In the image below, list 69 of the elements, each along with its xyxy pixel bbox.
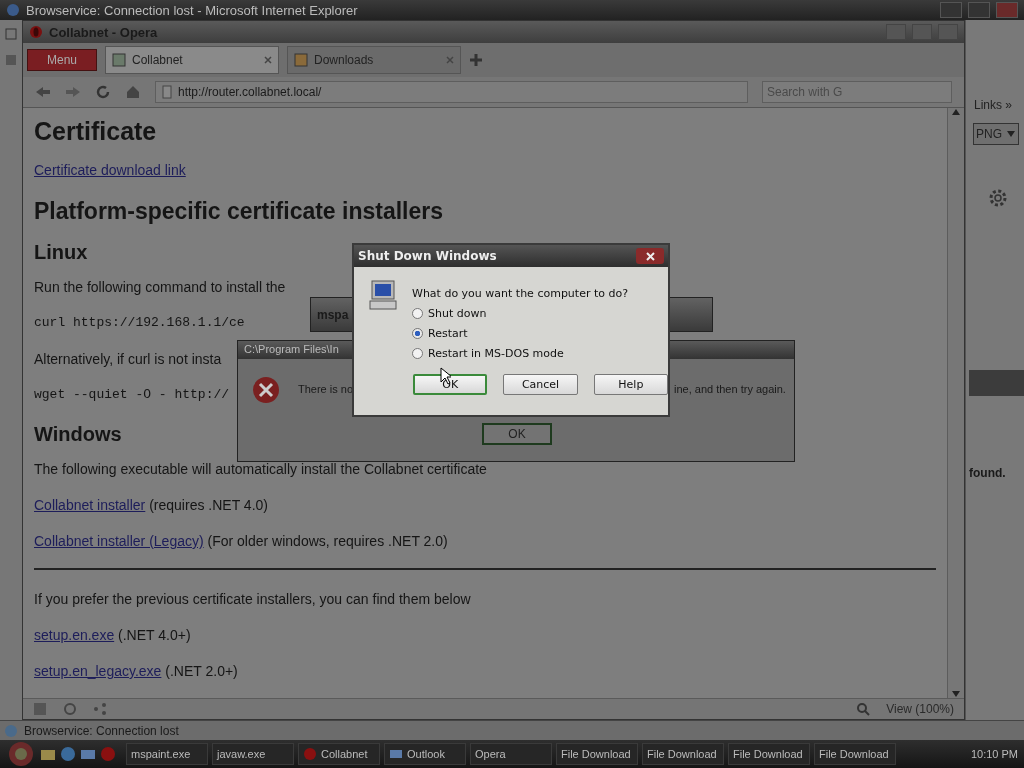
maximize-button[interactable] [912,24,932,40]
status-text: Browservice: Connection lost [24,723,179,738]
taskbar-button[interactable]: Outlook [384,743,466,765]
download-link[interactable]: setup.en.exe [34,627,115,643]
download-link[interactable]: setup.en_legacy.exe [34,663,162,679]
menu-button[interactable]: Menu [27,49,97,71]
minimize-button[interactable] [940,2,962,18]
requirement-note: (.NET 4.0+) [118,627,191,643]
requirement-note: (.NET 2.0+) [165,663,238,679]
dialog-button[interactable]: Help [593,374,668,395]
dialog-title: Shut Down Windows [358,249,497,263]
taskbar-button[interactable]: File Download [814,743,896,765]
reload-icon[interactable] [95,84,111,100]
taskbar-button[interactable]: mspaint.exe [126,743,208,765]
page-heading: Certificate [34,116,157,146]
paragraph: If you prefer the previous certificate installers, you can find them below [34,590,471,608]
window-title: Browservice: Connection lost - Microsoft Internet Explorer [26,2,358,18]
dropdown-arrow-icon [1006,130,1016,138]
paragraph: The following executable will automatically install the Collabnet certificate [34,460,487,478]
download-link[interactable]: Certificate download link [34,162,186,178]
taskbar-button[interactable]: File Download [556,743,638,765]
close-icon [645,251,655,261]
subsection-heading: Windows [34,422,122,446]
paragraph: Alternatively, if curl is not insta [34,350,222,368]
error-message: ine, and then try again. [674,383,786,395]
computer-icon [368,279,398,313]
add-tab-icon[interactable] [469,53,483,67]
radio-option[interactable]: Restart in MS-DOS mode [412,347,629,360]
dialog-button[interactable]: Cancel [503,374,578,395]
taskbar-button[interactable]: Collabnet [298,743,380,765]
subsection-heading: Linux [34,240,88,264]
close-icon[interactable] [446,56,454,64]
section-heading: Platform-specific certificate installers [34,197,444,225]
requirement-note: (requires .NET 4.0) [149,497,268,513]
download-link[interactable]: Collabnet installer [34,497,146,513]
requirement-note: (For older windows, requires .NET 2.0) [207,533,448,549]
dialog-title: C:\Program Files\In [244,343,339,355]
taskbar-button[interactable]: File Download [728,743,810,765]
home-icon[interactable] [125,84,141,100]
toolbar-icon[interactable] [5,28,17,40]
back-icon[interactable] [35,86,51,98]
taskbar-button[interactable]: Opera [470,743,552,765]
address-field[interactable]: http://router.collabnet.local/ [155,81,748,103]
settings-icon[interactable] [988,188,1008,208]
close-icon[interactable] [264,56,272,64]
clock: 10:10 PM [970,748,1018,760]
start-button[interactable] [6,741,36,767]
dialog-question: What do you want the computer to do? [412,287,629,300]
taskbar-button[interactable]: File Download [642,743,724,765]
minimize-button[interactable] [886,24,906,40]
maximize-button[interactable] [968,2,990,18]
download-link[interactable]: Collabnet installer (Legacy) [34,533,204,549]
error-icon [252,376,280,404]
dialog-button[interactable]: OK [413,374,488,395]
links-label[interactable]: Links » [974,98,1013,112]
side-text: found. [969,466,1006,480]
close-button[interactable] [636,248,664,264]
radio-option[interactable]: Restart [412,327,629,340]
paragraph: Run the following command to install the [34,278,286,296]
share-icon[interactable] [93,702,107,716]
zoom-icon [856,702,871,716]
command-text: curl https://192.168.1.1/ce [34,314,245,332]
radio-option[interactable]: Shut down [412,307,629,320]
browser-tab[interactable]: Collabnet [105,46,279,74]
panel-bar [969,370,1024,396]
taskbar-button[interactable]: javaw.exe [212,743,294,765]
command-text: wget --quiet -O - http:// [34,386,230,404]
toolbar-icon[interactable] [5,54,17,66]
forward-icon[interactable] [65,86,81,98]
